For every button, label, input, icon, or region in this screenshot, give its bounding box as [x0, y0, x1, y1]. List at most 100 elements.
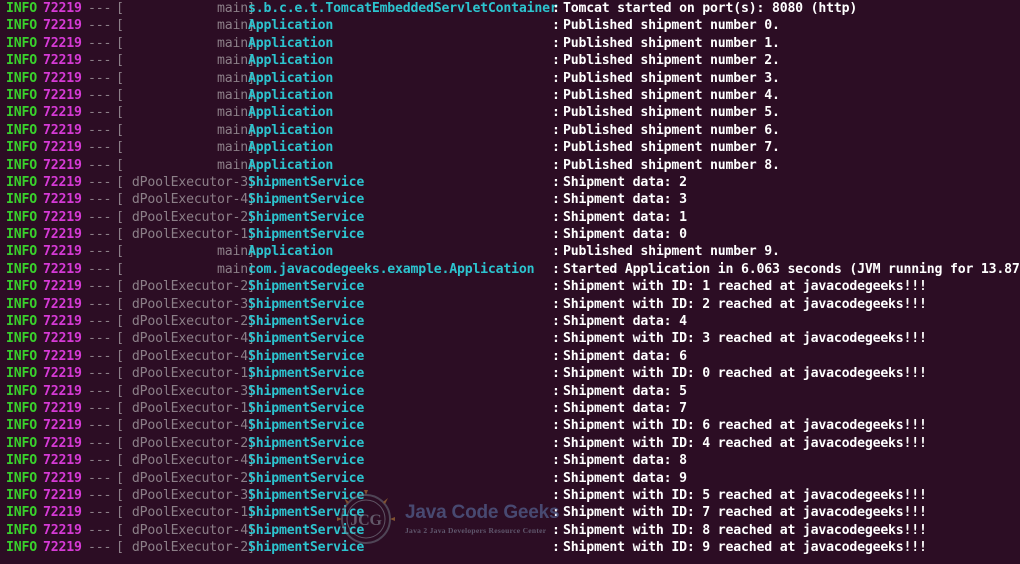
log-level: INFO	[6, 209, 37, 225]
log-message: Shipment data: 4	[563, 314, 687, 330]
log-line: INFO 72219 ---[dPoolExecutor-2] ShipmentSer…	[6, 539, 1016, 556]
separator: ---	[88, 18, 112, 34]
thread-label: main	[217, 244, 248, 260]
process-id: 72219	[43, 53, 82, 69]
thread-bracket-open: [	[116, 279, 124, 295]
thread-label: dPoolExecutor-4	[131, 192, 248, 208]
log-level: INFO	[6, 192, 37, 208]
log-line: INFO 72219 ---[main] Application: Published …	[6, 157, 1016, 174]
thread-bracket-open: [	[116, 296, 124, 312]
log-output: INFO 72219 ---[main] s.b.c.e.t.TomcatEmbedd…	[6, 0, 1020, 557]
process-id: 72219	[43, 18, 82, 34]
logger-name: ShipmentService	[248, 174, 365, 190]
thread-label: dPoolExecutor-2	[131, 314, 248, 330]
thread-label: dPoolExecutor-4	[131, 331, 248, 347]
log-line: INFO 72219 ---[dPoolExecutor-4] ShipmentSer…	[6, 191, 1016, 208]
log-line: INFO 72219 ---[main] Application: Published …	[6, 87, 1016, 104]
log-level: INFO	[6, 453, 37, 469]
logger-name: ShipmentService	[248, 418, 365, 434]
log-line: INFO 72219 ---[dPoolExecutor-2] ShipmentSer…	[6, 435, 1016, 452]
thread-label: main	[217, 70, 248, 86]
log-line: INFO 72219 ---[dPoolExecutor-1] ShipmentSer…	[6, 400, 1016, 417]
separator: ---	[88, 453, 112, 469]
log-level: INFO	[6, 227, 37, 243]
separator: ---	[88, 1, 112, 16]
field-colon: :	[552, 453, 560, 469]
process-id: 72219	[43, 122, 82, 138]
log-level: INFO	[6, 53, 37, 69]
field-colon: :	[552, 296, 560, 312]
log-level: INFO	[6, 522, 37, 538]
field-colon: :	[552, 261, 560, 277]
log-line: INFO 72219 ---[main] s.b.c.e.t.TomcatEmbedd…	[6, 0, 1016, 17]
separator: ---	[88, 522, 112, 538]
logger-name: ShipmentService	[248, 192, 365, 208]
log-level: INFO	[6, 279, 37, 295]
logger-name: com.javacodegeeks.example.Application	[248, 261, 535, 277]
field-colon: :	[552, 192, 560, 208]
field-colon: :	[552, 366, 560, 382]
thread-label: dPoolExecutor-1	[131, 366, 248, 382]
process-id: 72219	[43, 453, 82, 469]
process-id: 72219	[43, 244, 82, 260]
log-message: Shipment with ID: 5 reached at javacodeg…	[563, 487, 927, 503]
log-message: Shipment data: 8	[563, 453, 687, 469]
separator: ---	[88, 470, 112, 486]
thread-bracket-open: [	[116, 366, 124, 382]
thread-bracket-open: [	[116, 505, 124, 521]
field-colon: :	[552, 505, 560, 521]
logger-name: ShipmentService	[248, 296, 365, 312]
field-colon: :	[552, 53, 560, 69]
log-level: INFO	[6, 505, 37, 521]
separator: ---	[88, 418, 112, 434]
thread-label: dPoolExecutor-2	[131, 279, 248, 295]
thread-label: dPoolExecutor-1	[131, 505, 248, 521]
thread-bracket-open: [	[116, 105, 124, 121]
log-line: INFO 72219 ---[dPoolExecutor-4] ShipmentSer…	[6, 348, 1016, 365]
log-level: INFO	[6, 540, 37, 556]
separator: ---	[88, 314, 112, 330]
thread-label: main	[217, 261, 248, 277]
process-id: 72219	[43, 366, 82, 382]
process-id: 72219	[43, 331, 82, 347]
thread-label: dPoolExecutor-2	[131, 470, 248, 486]
log-line: INFO 72219 ---[dPoolExecutor-2] ShipmentSer…	[6, 278, 1016, 295]
log-message: Started Application in 6.063 seconds (JV…	[563, 261, 1020, 277]
log-message: Shipment data: 1	[563, 209, 687, 225]
thread-label: dPoolExecutor-3	[131, 296, 248, 312]
log-message: Shipment data: 5	[563, 383, 687, 399]
field-colon: :	[552, 331, 560, 347]
terminal-window[interactable]: INFO 72219 ---[main] s.b.c.e.t.TomcatEmbedd…	[0, 0, 1020, 564]
thread-bracket-open: [	[116, 261, 124, 277]
thread-label: dPoolExecutor-1	[131, 227, 248, 243]
log-line: INFO 72219 ---[dPoolExecutor-2] ShipmentSer…	[6, 313, 1016, 330]
thread-label: dPoolExecutor-3	[131, 383, 248, 399]
thread-bracket-open: [	[116, 418, 124, 434]
separator: ---	[88, 157, 112, 173]
log-level: INFO	[6, 400, 37, 416]
log-message: Published shipment number 6.	[563, 122, 780, 138]
field-colon: :	[552, 540, 560, 556]
separator: ---	[88, 348, 112, 364]
log-message: Shipment data: 3	[563, 192, 687, 208]
thread-label: main	[217, 105, 248, 121]
log-message: Shipment data: 7	[563, 400, 687, 416]
log-message: Shipment with ID: 8 reached at javacodeg…	[563, 522, 927, 538]
log-level: INFO	[6, 140, 37, 156]
thread-bracket-open: [	[116, 87, 124, 103]
thread-label: main	[217, 53, 248, 69]
separator: ---	[88, 487, 112, 503]
thread-label: dPoolExecutor-4	[131, 348, 248, 364]
thread-bracket-open: [	[116, 400, 124, 416]
process-id: 72219	[43, 279, 82, 295]
thread-label: dPoolExecutor-3	[131, 174, 248, 190]
thread-label: dPoolExecutor-4	[131, 418, 248, 434]
log-message: Shipment with ID: 9 reached at javacodeg…	[563, 540, 927, 556]
log-message: Published shipment number 4.	[563, 87, 780, 103]
field-colon: :	[552, 227, 560, 243]
separator: ---	[88, 105, 112, 121]
log-message: Shipment with ID: 1 reached at javacodeg…	[563, 279, 927, 295]
separator: ---	[88, 35, 112, 51]
thread-bracket-open: [	[116, 35, 124, 51]
process-id: 72219	[43, 435, 82, 451]
